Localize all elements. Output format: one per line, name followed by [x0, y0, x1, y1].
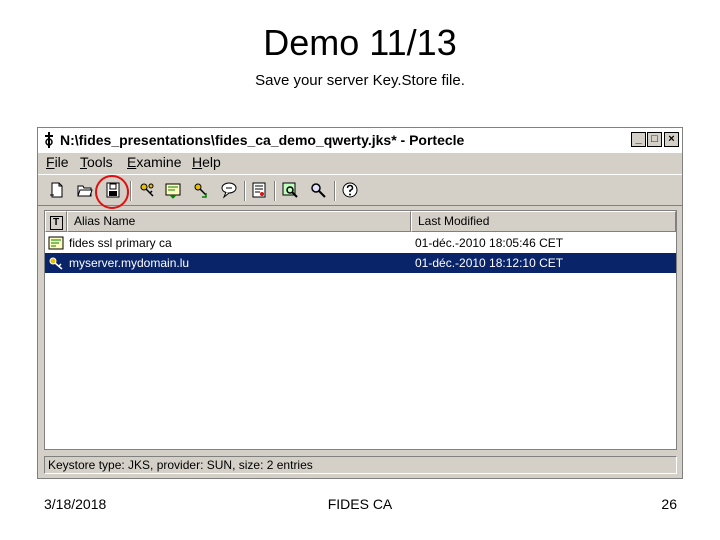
- menu-examine-label: xamine: [136, 154, 182, 170]
- help-icon[interactable]: [341, 181, 359, 199]
- menu-tools-label: ools: [87, 154, 113, 170]
- save-highlight-circle: [95, 175, 129, 209]
- column-alias-name[interactable]: Alias Name: [67, 211, 411, 232]
- menu-help-key: H: [192, 154, 203, 170]
- menu-examine[interactable]: Examine: [127, 154, 181, 170]
- menu-bar: File Tools Examine Help: [38, 153, 682, 173]
- window-titlebar[interactable]: N:\fides_presentations\fides_ca_demo_qwe…: [38, 128, 682, 153]
- keystore-table: T Alias Name Last Modified fides ssl pri…: [44, 210, 677, 450]
- close-button[interactable]: ×: [664, 132, 679, 147]
- menu-help[interactable]: Help: [192, 154, 221, 170]
- examine-crl-icon[interactable]: [281, 181, 299, 199]
- menu-tools-key: T: [80, 154, 87, 170]
- menu-help-label: elp: [202, 154, 221, 170]
- menu-examine-key: E: [127, 154, 137, 170]
- toolbar-separator: [244, 181, 246, 201]
- footer-center: FIDES CA: [327, 496, 393, 512]
- examine-certificate-icon[interactable]: [250, 181, 268, 199]
- import-certificate-icon[interactable]: [164, 181, 182, 199]
- generate-keypair-icon[interactable]: [138, 181, 156, 199]
- open-keystore-icon[interactable]: [76, 181, 94, 199]
- row-alias: fides ssl primary ca: [69, 236, 172, 250]
- row-last-modified: 01-déc.-2010 18:12:10 CET: [415, 256, 564, 270]
- table-row[interactable]: fides ssl primary ca 01-déc.-2010 18:05:…: [45, 233, 676, 253]
- maximize-button[interactable]: □: [647, 132, 662, 147]
- slide-subtitle: Save your server Key.Store file.: [255, 72, 465, 89]
- examine-ssl-icon[interactable]: [309, 181, 327, 199]
- keypair-icon: [49, 257, 63, 270]
- window-title: N:\fides_presentations\fides_ca_demo_qwe…: [60, 132, 465, 148]
- toolbar: [38, 174, 682, 209]
- new-keystore-icon[interactable]: [48, 181, 66, 199]
- set-password-icon[interactable]: [220, 181, 238, 199]
- row-last-modified: 01-déc.-2010 18:05:46 CET: [415, 236, 564, 250]
- toolbar-separator: [130, 181, 132, 201]
- row-alias: myserver.mydomain.lu: [69, 256, 190, 270]
- toolbar-separator: [274, 181, 276, 201]
- portecle-window: N:\fides_presentations\fides_ca_demo_qwe…: [37, 127, 683, 479]
- status-bar: Keystore type: JKS, provider: SUN, size:…: [44, 456, 677, 474]
- table-row[interactable]: myserver.mydomain.lu 01-déc.-2010 18:12:…: [45, 253, 676, 273]
- import-keypair-icon[interactable]: [192, 181, 210, 199]
- minimize-button[interactable]: _: [631, 132, 646, 147]
- menu-file-label: ile: [54, 154, 69, 170]
- portecle-app-icon: [45, 132, 53, 148]
- menu-file-key: F: [46, 154, 55, 170]
- menu-tools[interactable]: Tools: [80, 154, 113, 170]
- toolbar-separator: [334, 181, 336, 201]
- footer-page-number: 26: [661, 496, 677, 512]
- column-type[interactable]: T: [45, 211, 67, 232]
- slide-title: Demo 11/13: [263, 22, 457, 63]
- column-type-label: T: [49, 216, 63, 230]
- certificate-icon: [48, 236, 64, 250]
- column-last-modified[interactable]: Last Modified: [411, 211, 676, 232]
- table-header: T Alias Name Last Modified: [45, 211, 676, 232]
- menu-file[interactable]: File: [46, 154, 69, 170]
